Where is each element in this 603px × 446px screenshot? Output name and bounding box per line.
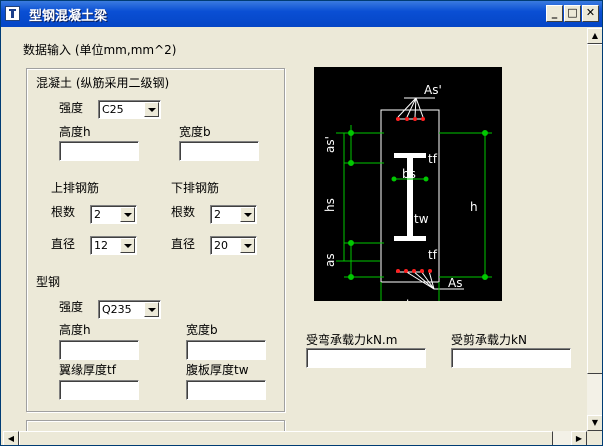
horizontal-scrollbar[interactable]: ◀ ▶ [3,431,587,445]
web-thickness-label: 腹板厚度tw [186,363,249,377]
tf-top-label: tf [428,152,438,166]
scroll-left-button[interactable]: ◀ [3,431,19,445]
bottom-count-label: 根数 [171,205,196,219]
concrete-strength-value: C25 [102,103,124,116]
steel-width-input[interactable] [186,340,266,360]
steel-width-label: 宽度b [186,323,218,337]
bottom-rebar-dot [404,269,408,273]
b-label: b [406,298,414,301]
moment-capacity-output[interactable] [306,348,426,368]
web-thickness-input[interactable] [186,380,266,400]
bottom-count-value: 2 [214,208,221,221]
scroll-right-button[interactable]: ▶ [571,431,587,445]
top-rebar-dot [413,117,417,121]
h-label: h [470,200,478,214]
top-count-label: 根数 [51,205,76,219]
concrete-strength-label: 强度 [59,101,84,115]
top-diameter-value: 12 [94,239,108,252]
bottom-diameter-select[interactable]: 20 [210,236,257,255]
concrete-group-label: 混凝土 (纵筋采用二级钢) [36,76,170,90]
top-rebar-dot [421,117,425,121]
input-section-label: 数据输入 (单位mm,mm^2) [23,43,177,57]
concrete-height-input[interactable] [59,141,139,161]
vertical-scrollbar[interactable]: ▲ ▼ [587,28,602,431]
top-rebar-label: 上排钢筋 [51,181,100,195]
size-grip[interactable] [587,431,602,445]
steel-strength-label: 强度 [59,300,84,314]
as-prime-dim-label: as' [323,136,337,153]
chevron-down-icon[interactable] [240,207,255,222]
steel-height-input[interactable] [59,340,139,360]
horizontal-scroll-thumb[interactable] [19,431,553,445]
scroll-down-button[interactable]: ▼ [587,415,602,431]
concrete-height-label: 高度h [59,125,91,139]
steel-height-label: 高度h [59,323,91,337]
bottom-flange [394,236,426,241]
chevron-down-icon[interactable] [120,207,135,222]
top-flange [394,153,426,158]
bs-label: bs [402,167,416,181]
top-diameter-label: 直径 [51,237,76,251]
chevron-down-icon[interactable] [144,302,159,317]
minimize-button[interactable]: _ [546,5,563,22]
bottom-rebar-dot [420,269,424,273]
section-diagram: As' as' hs as h tf bs tw tf As b [314,67,502,319]
top-count-value: 2 [94,208,101,221]
top-rebar-dot [405,117,409,121]
hs-label: hs [323,198,337,212]
flange-thickness-label: 翼缘厚度tf [59,363,116,377]
bottom-rebar-dot [428,269,432,273]
steel-strength-value: Q235 [102,303,132,316]
shear-capacity-label: 受剪承载力kN [451,333,527,347]
client-area: 数据输入 (单位mm,mm^2) 混凝土 (纵筋采用二级钢) 强度 C25 高度… [3,28,587,432]
chevron-down-icon[interactable] [144,102,159,117]
bottom-rebar-dot [396,269,400,273]
close-button[interactable]: ✕ [582,5,599,22]
top-rebar-dot [396,117,400,121]
as-top-label: As' [424,83,442,97]
bottom-diameter-value: 20 [214,239,228,252]
scroll-up-button[interactable]: ▲ [587,28,602,44]
title-bar[interactable]: 型钢混凝土梁 _ □ ✕ [1,1,602,27]
steel-strength-select[interactable]: Q235 [98,300,161,319]
as-dim-label: as [323,253,337,267]
bottom-rebar-dot [412,269,416,273]
concrete-strength-select[interactable]: C25 [98,100,161,119]
chevron-down-icon[interactable] [240,238,255,253]
section-diagram-svg: As' as' hs as h tf bs tw tf As b [323,83,492,319]
vertical-scroll-thumb[interactable] [587,44,602,374]
bottom-rebar-label: 下排钢筋 [171,181,220,195]
app-icon[interactable] [5,6,20,21]
concrete-width-label: 宽度b [179,125,211,139]
shear-capacity-output[interactable] [451,348,571,368]
tf-bottom-label: tf [428,248,438,262]
concrete-width-input[interactable] [179,141,259,161]
steel-group-label: 型钢 [36,275,61,289]
main-window: 型钢混凝土梁 _ □ ✕ 数据输入 (单位mm,mm^2) 混凝土 (纵筋采用二… [0,0,603,446]
chevron-down-icon[interactable] [120,238,135,253]
tw-label: tw [414,212,429,226]
top-count-select[interactable]: 2 [90,205,137,224]
bottom-diameter-label: 直径 [171,237,196,251]
moment-capacity-label: 受弯承载力kN.m [306,333,398,347]
maximize-button[interactable]: □ [564,5,581,22]
bottom-count-select[interactable]: 2 [210,205,257,224]
as-bottom-label: As [448,276,462,290]
top-diameter-select[interactable]: 12 [90,236,137,255]
flange-thickness-input[interactable] [59,380,139,400]
window-title: 型钢混凝土梁 [29,9,108,24]
